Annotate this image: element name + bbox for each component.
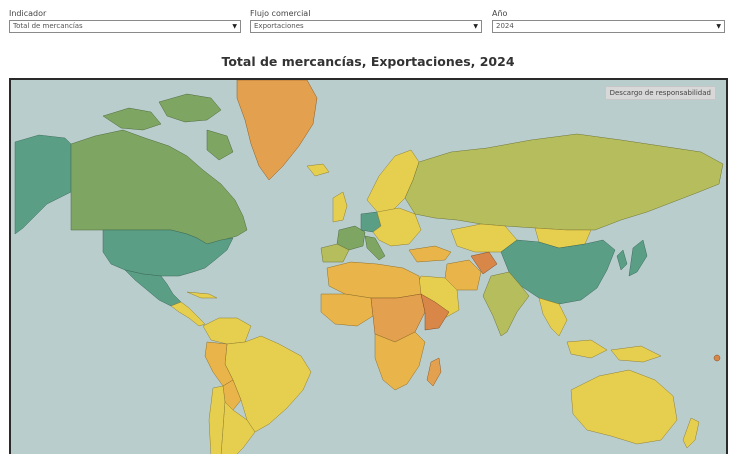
region-madagascar[interactable]: [426, 357, 442, 387]
filter-indicador: Indicador Total de mercancías ▼: [9, 9, 241, 33]
region-greenland[interactable]: [236, 80, 318, 181]
region-cuba[interactable]: [186, 291, 218, 299]
region-new-zealand[interactable]: [682, 417, 700, 449]
world-map[interactable]: Descargo de responsabilidad: [9, 78, 728, 454]
filter-label: Flujo comercial: [250, 9, 311, 18]
disclaimer-button[interactable]: Descargo de responsabilidad: [604, 86, 716, 100]
dropdown-value: Total de mercancías: [13, 22, 83, 30]
map-title: Total de mercancías, Exportaciones, 2024: [221, 54, 515, 69]
dropdown-value: Exportaciones: [254, 22, 304, 30]
dropdown-arrow-icon: ▼: [232, 23, 237, 30]
region-pacific-island[interactable]: [713, 354, 721, 362]
region-turkey[interactable]: [408, 245, 452, 263]
region-iceland[interactable]: [306, 163, 330, 177]
region-central-america[interactable]: [170, 301, 206, 327]
filter-flujo: Flujo comercial Exportaciones ▼: [250, 9, 482, 33]
anio-dropdown[interactable]: 2024 ▼: [492, 20, 725, 33]
region-australia[interactable]: [570, 369, 678, 445]
filter-label: Indicador: [9, 9, 47, 18]
region-venezuela-colombia[interactable]: [202, 317, 252, 345]
region-southeast-asia[interactable]: [538, 297, 662, 363]
region-russia[interactable]: [404, 133, 724, 231]
region-alaska[interactable]: [14, 134, 72, 235]
region-west-africa[interactable]: [320, 293, 374, 327]
filter-anio: Año 2024 ▼: [492, 9, 725, 33]
region-korea-japan[interactable]: [616, 239, 648, 277]
region-north-africa[interactable]: [326, 261, 422, 299]
filter-label: Año: [492, 9, 508, 18]
region-uk[interactable]: [332, 191, 348, 223]
indicador-dropdown[interactable]: Total de mercancías ▼: [9, 20, 241, 33]
region-southern-africa[interactable]: [374, 331, 426, 391]
map-canvas: [14, 80, 724, 454]
dropdown-arrow-icon: ▼: [716, 23, 721, 30]
flujo-dropdown[interactable]: Exportaciones ▼: [250, 20, 482, 33]
dropdown-value: 2024: [496, 22, 514, 30]
dropdown-arrow-icon: ▼: [473, 23, 478, 30]
region-eastern-europe[interactable]: [372, 207, 422, 247]
